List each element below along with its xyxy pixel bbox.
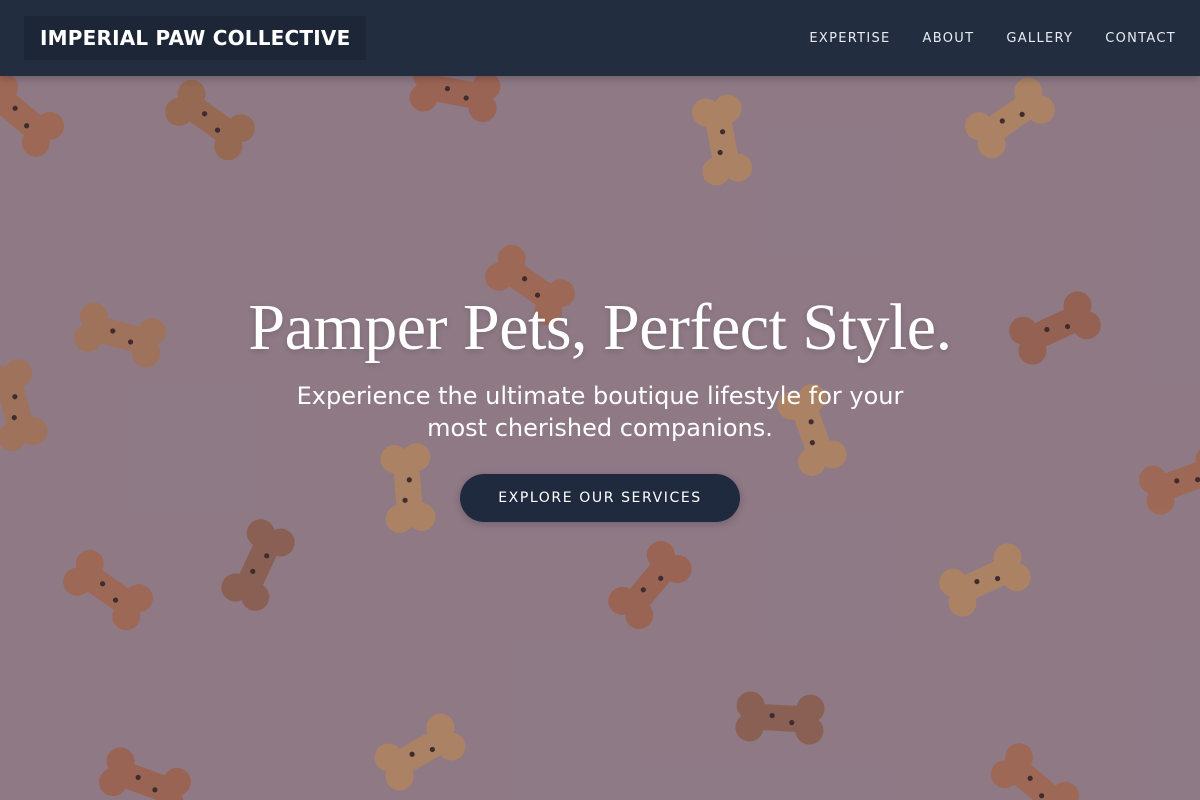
hero-content: Pamper Pets, Perfect Style. Experience t…: [0, 280, 1200, 522]
hero-subtitle: Experience the ultimate boutique lifesty…: [296, 382, 904, 442]
nav-link-about[interactable]: ABOUT: [923, 31, 975, 46]
hero-title: Pamper Pets, Perfect Style.: [248, 291, 952, 364]
hero-section: Pamper Pets, Perfect Style. Experience t…: [0, 0, 1200, 800]
site-header: IMPERIAL PAW COLLECTIVE EXPERTISE ABOUT …: [0, 0, 1200, 76]
nav-link-gallery[interactable]: GALLERY: [1006, 31, 1073, 46]
nav-link-expertise[interactable]: EXPERTISE: [809, 31, 890, 46]
main-nav: EXPERTISE ABOUT GALLERY CONTACT: [777, 31, 1176, 46]
brand-logo[interactable]: IMPERIAL PAW COLLECTIVE: [24, 16, 367, 60]
nav-link-contact[interactable]: CONTACT: [1105, 31, 1176, 46]
explore-services-button[interactable]: EXPLORE OUR SERVICES: [460, 474, 740, 522]
